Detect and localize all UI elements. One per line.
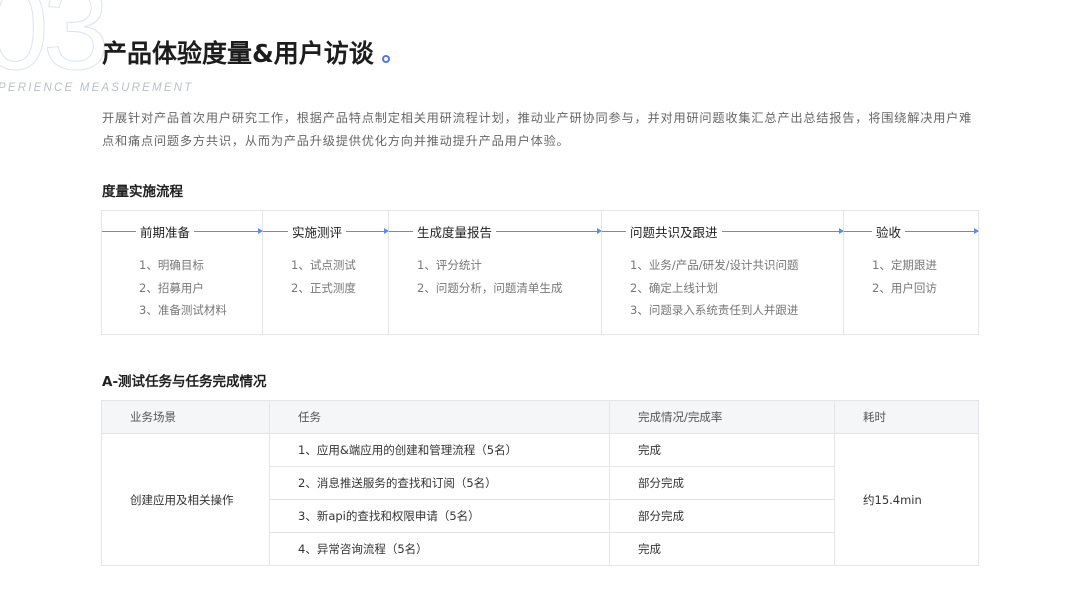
stage-items: 1、评分统计 2、问题分析，问题清单生成 xyxy=(417,254,562,299)
status-cell: 完成 xyxy=(609,532,835,566)
page-title: 产品体验度量&用户访谈 xyxy=(102,34,390,70)
section-number: 03 xyxy=(0,0,110,95)
stage-item: 2、确定上线计划 xyxy=(630,280,718,295)
column-header-scenario: 业务场景 xyxy=(101,400,270,434)
stage-item: 1、明确目标 xyxy=(139,258,204,272)
time-cell: 约15.4min xyxy=(834,433,979,566)
stage-head: 前期准备 xyxy=(136,222,195,241)
stage-item: 1、业务/产品/研发/设计共识问题 xyxy=(630,258,799,272)
process-stage: 验收 1、定期跟进 2、用户回访 xyxy=(844,211,979,334)
stage-head: 生成度量报告 xyxy=(413,222,497,241)
process-stage: 实施测评 1、试点测试 2、正式测度 xyxy=(263,211,389,334)
column-header-task: 任务 xyxy=(269,400,610,434)
stage-head: 实施测评 xyxy=(288,222,347,241)
stage-item: 3、准备测试材料 xyxy=(139,303,227,317)
stage-item: 3、问题录入系统责任到人并跟进 xyxy=(630,303,799,317)
stage-head: 问题共识及跟进 xyxy=(626,222,722,241)
task-cell: 4、异常咨询流程（5名） xyxy=(269,532,610,566)
process-stage: 生成度量报告 1、评分统计 2、问题分析，问题清单生成 xyxy=(389,211,602,334)
title-dot-icon xyxy=(381,55,390,63)
stage-item: 2、用户回访 xyxy=(872,280,937,295)
task-cell: 2、消息推送服务的查找和订阅（5名） xyxy=(269,466,610,500)
page-title-text: 产品体验度量&用户访谈 xyxy=(102,39,374,68)
scenario-cell: 创建应用及相关操作 xyxy=(101,433,270,566)
stage-items: 1、业务/产品/研发/设计共识问题 2、确定上线计划 3、问题录入系统责任到人并… xyxy=(630,254,798,322)
table-header-row: 业务场景 任务 完成情况/完成率 耗时 xyxy=(101,400,979,434)
process-stage: 问题共识及跟进 1、业务/产品/研发/设计共识问题 2、确定上线计划 3、问题录… xyxy=(602,211,844,334)
stage-items: 1、试点测试 2、正式测度 xyxy=(291,254,356,299)
task-cell: 1、应用&端应用的创建和管理流程（5名） xyxy=(269,433,610,467)
stage-item: 2、正式测度 xyxy=(291,280,356,295)
tasks-table: 业务场景 任务 完成情况/完成率 耗时 创建应用及相关操作 1、应用&端应用的创… xyxy=(101,400,979,566)
process-stage: 前期准备 1、明确目标 2、招募用户 3、准备测试材料 xyxy=(102,211,263,334)
status-cell: 完成 xyxy=(609,433,835,467)
process-section-title: 度量实施流程 xyxy=(102,184,183,200)
stage-item: 1、试点测试 xyxy=(291,258,356,272)
stage-items: 1、明确目标 2、招募用户 3、准备测试材料 xyxy=(139,254,227,322)
intro-paragraph: 开展针对产品首次用户研究工作，根据产品特点制定相关用研流程计划，推动业产研协同参… xyxy=(102,111,973,148)
table-row: 创建应用及相关操作 1、应用&端应用的创建和管理流程（5名） 完成 约15.4m… xyxy=(101,433,979,566)
english-subtitle: PERIENCE MEASUREMENT xyxy=(0,82,194,94)
column-header-status: 完成情况/完成率 xyxy=(609,400,835,434)
stage-item: 1、定期跟进 xyxy=(872,258,937,272)
stage-item: 2、问题分析，问题清单生成 xyxy=(417,280,563,295)
task-cell: 3、新api的查找和权限申请（5名） xyxy=(269,499,610,533)
arrow-right-icon xyxy=(844,228,979,234)
stage-item: 1、评分统计 xyxy=(417,258,482,272)
status-cell: 部分完成 xyxy=(609,466,835,500)
column-header-time: 耗时 xyxy=(834,400,979,434)
stage-head: 验收 xyxy=(872,222,906,241)
stage-item: 2、招募用户 xyxy=(139,280,204,295)
status-cell: 部分完成 xyxy=(609,499,835,533)
stage-items: 1、定期跟进 2、用户回访 xyxy=(872,254,937,299)
tasks-section-title: A-测试任务与任务完成情况 xyxy=(102,374,267,390)
process-flow: 前期准备 1、明确目标 2、招募用户 3、准备测试材料 实施测评 1、试点测试 … xyxy=(101,210,979,335)
